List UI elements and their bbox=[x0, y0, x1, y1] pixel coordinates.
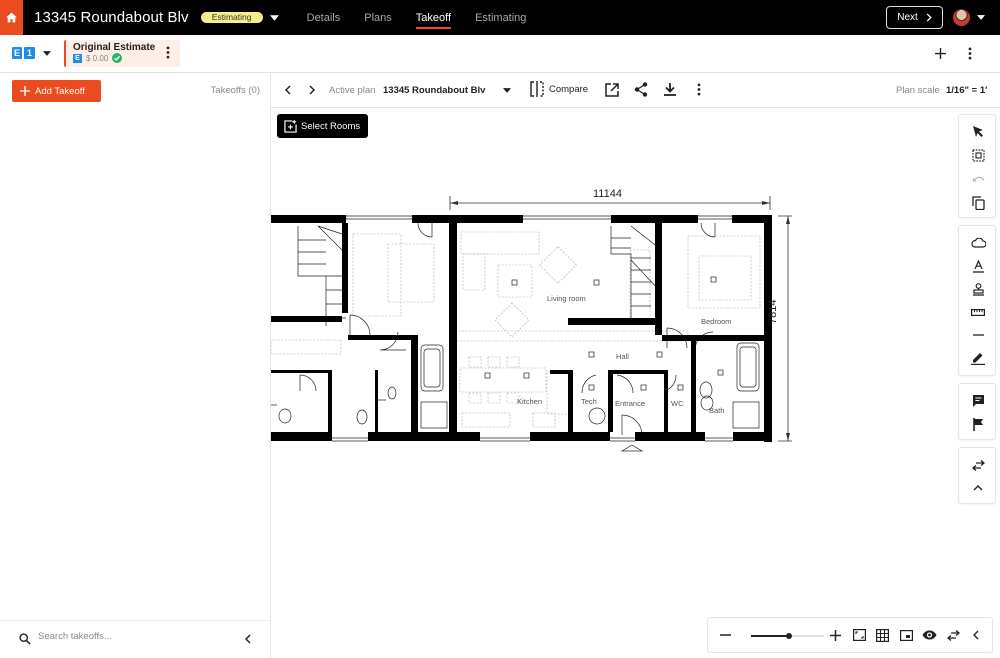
tab-plans[interactable]: Plans bbox=[352, 0, 404, 35]
active-plan-label: Active plan bbox=[329, 85, 376, 96]
more-options-icon[interactable] bbox=[968, 47, 972, 60]
swap-icon[interactable] bbox=[968, 455, 988, 475]
plan-toolbar: Active plan 13345 Roundabout Blv Compare… bbox=[271, 73, 1000, 108]
user-menu-dropdown-icon[interactable] bbox=[977, 15, 985, 20]
zoom-slider-fill bbox=[751, 635, 789, 637]
width-dimension-label: 11144 bbox=[593, 188, 622, 200]
project-title: 13345 Roundabout Blv bbox=[34, 9, 189, 26]
plan-canvas[interactable]: 11144 7814 Living room Bedroom Hall Kitc… bbox=[271, 108, 1000, 658]
next-label: Next bbox=[897, 12, 918, 23]
active-plan-select[interactable]: 13345 Roundabout Blv bbox=[383, 85, 485, 96]
line-icon[interactable] bbox=[968, 325, 988, 345]
selection-tools-group bbox=[958, 114, 996, 218]
zoom-slider-thumb[interactable] bbox=[785, 633, 792, 639]
plan-dropdown-icon[interactable] bbox=[503, 88, 511, 93]
home-icon bbox=[6, 12, 17, 23]
zoom-slider[interactable] bbox=[751, 633, 824, 639]
status-dropdown-icon[interactable] bbox=[269, 14, 279, 21]
download-icon[interactable] bbox=[664, 83, 676, 96]
check-circle-icon bbox=[112, 53, 122, 63]
annotation-tools-group bbox=[958, 383, 996, 440]
add-icon[interactable] bbox=[935, 48, 946, 59]
estimate-name: Original Estimate bbox=[73, 42, 156, 53]
search-icon bbox=[19, 633, 31, 645]
share-icon[interactable] bbox=[634, 82, 648, 97]
text-icon[interactable] bbox=[968, 256, 988, 276]
room-label-entrance[interactable]: Entrance bbox=[615, 399, 645, 408]
plus-icon bbox=[20, 86, 30, 96]
top-nav-bar: 13345 Roundabout Blv Estimating Details … bbox=[0, 0, 1000, 35]
add-takeoff-button[interactable]: Add Takeoff bbox=[12, 80, 101, 102]
plan-more-icon[interactable] bbox=[697, 83, 701, 96]
minimap-icon[interactable] bbox=[897, 626, 915, 644]
version-dropdown-icon[interactable] bbox=[43, 51, 51, 56]
room-label-hall[interactable]: Hall bbox=[616, 352, 629, 361]
estimate-more-icon[interactable] bbox=[166, 46, 170, 59]
height-dimension-label: 7814 bbox=[767, 299, 779, 324]
zoom-in-icon[interactable] bbox=[826, 626, 844, 644]
plan-scale-label: Plan scale bbox=[896, 85, 940, 96]
tab-details[interactable]: Details bbox=[295, 0, 353, 35]
copy-icon[interactable] bbox=[968, 193, 988, 213]
select-rooms-label: Select Rooms bbox=[301, 120, 361, 132]
version-badge-number[interactable]: 1 bbox=[24, 47, 35, 59]
stamp-icon[interactable] bbox=[968, 279, 988, 299]
zoom-out-icon[interactable] bbox=[716, 626, 734, 644]
grid-icon[interactable] bbox=[873, 626, 891, 644]
collapse-panel-icon[interactable] bbox=[245, 634, 251, 644]
estimate-card[interactable]: Original Estimate E $ 0.00 bbox=[64, 40, 180, 67]
room-label-wc[interactable]: WC bbox=[671, 399, 684, 408]
compare-button[interactable]: Compare bbox=[530, 81, 588, 97]
add-takeoff-label: Add Takeoff bbox=[35, 85, 85, 97]
room-label-kitchen[interactable]: Kitchen bbox=[517, 397, 542, 406]
room-label-living-room[interactable]: Living room bbox=[547, 294, 586, 303]
room-label-tech[interactable]: Tech bbox=[581, 397, 597, 406]
flag-icon[interactable] bbox=[968, 414, 988, 434]
chevron-right-icon bbox=[926, 13, 932, 22]
compare-label: Compare bbox=[549, 83, 589, 95]
area-select-icon[interactable] bbox=[968, 145, 988, 165]
tab-takeoff[interactable]: Takeoff bbox=[404, 0, 463, 35]
fit-to-screen-icon[interactable] bbox=[850, 626, 868, 644]
room-label-bedroom[interactable]: Bedroom bbox=[701, 317, 731, 326]
status-badge[interactable]: Estimating bbox=[200, 12, 263, 23]
home-button[interactable] bbox=[0, 0, 23, 35]
swap-view-icon[interactable] bbox=[944, 626, 962, 644]
select-pointer-icon[interactable] bbox=[968, 121, 988, 141]
nav-tabs: Details Plans Takeoff Estimating bbox=[295, 0, 539, 35]
previous-plan-icon[interactable] bbox=[285, 85, 291, 95]
search-row bbox=[0, 620, 270, 658]
tab-estimating[interactable]: Estimating bbox=[463, 0, 538, 35]
plan-scale-value[interactable]: 1/16" = 1' bbox=[946, 85, 987, 96]
version-badge-e[interactable]: E bbox=[12, 47, 22, 59]
open-external-icon[interactable] bbox=[605, 83, 619, 97]
ruler-icon[interactable] bbox=[968, 302, 988, 322]
walls bbox=[271, 215, 772, 442]
next-plan-icon[interactable] bbox=[309, 85, 315, 95]
compare-icon bbox=[530, 81, 544, 97]
estimate-type-badge: E bbox=[73, 54, 82, 63]
view-tools-group bbox=[958, 447, 996, 504]
collapse-zoom-bar-icon[interactable] bbox=[967, 626, 985, 644]
zoom-bar bbox=[707, 617, 993, 653]
chevron-up-icon[interactable] bbox=[968, 478, 988, 498]
undo-icon[interactable] bbox=[968, 169, 988, 189]
pen-icon[interactable] bbox=[968, 348, 988, 368]
height-dimension-line bbox=[778, 215, 792, 442]
cloud-icon[interactable] bbox=[968, 233, 988, 253]
select-rooms-button[interactable]: Select Rooms bbox=[277, 114, 368, 138]
search-takeoffs-input[interactable] bbox=[38, 631, 208, 642]
floor-plan-drawing bbox=[271, 196, 792, 452]
next-button[interactable]: Next bbox=[886, 6, 943, 29]
user-avatar[interactable] bbox=[953, 9, 970, 26]
visibility-eye-icon[interactable] bbox=[920, 626, 938, 644]
takeoffs-panel: Add Takeoff Takeoffs (0) bbox=[0, 73, 271, 658]
estimate-amount: $ 0.00 bbox=[86, 54, 109, 63]
markup-tools-group bbox=[958, 225, 996, 376]
select-rooms-icon bbox=[284, 119, 297, 133]
room-label-bath[interactable]: Bath bbox=[709, 406, 724, 415]
takeoffs-count: Takeoffs (0) bbox=[210, 85, 260, 96]
comment-icon[interactable] bbox=[968, 390, 988, 410]
